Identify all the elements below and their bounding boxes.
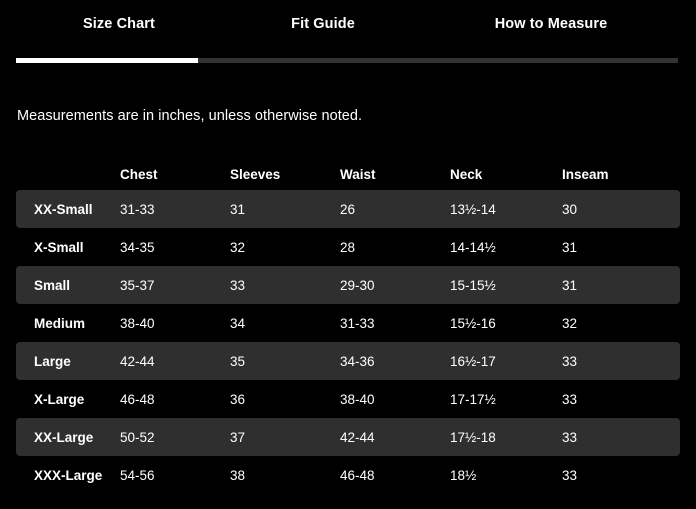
cell-chest: 34-35 (120, 239, 155, 255)
cell-waist: 29-30 (340, 277, 375, 293)
column-header-neck: Neck (450, 166, 483, 182)
cell-inseam: 33 (562, 429, 578, 445)
cell-sleeves: 32 (230, 239, 246, 255)
cell-waist: 31-33 (340, 315, 375, 331)
tab-indicator-thumb[interactable] (16, 58, 198, 63)
cell-inseam: 32 (562, 315, 578, 331)
cell-inseam: 30 (562, 201, 578, 217)
cell-sleeves: 37 (230, 429, 246, 445)
cell-inseam: 31 (562, 239, 578, 255)
column-header-waist: Waist (340, 166, 376, 182)
cell-chest: 31-33 (120, 201, 155, 217)
column-header-sleeves: Sleeves (230, 166, 281, 182)
cell-chest: 54-56 (120, 467, 155, 483)
tab-indicator-track[interactable] (16, 58, 678, 63)
tab-size-chart[interactable]: Size Chart (16, 0, 222, 48)
tab-fit-guide[interactable]: Fit Guide (222, 0, 424, 48)
cell-inseam: 33 (562, 353, 578, 369)
cell-size: XXX-Large (34, 467, 103, 483)
tab-bar: Size Chart Fit Guide How to Measure (16, 0, 678, 48)
cell-neck: 17½-18 (450, 429, 496, 445)
cell-size: Large (34, 353, 71, 369)
cell-neck: 15½-16 (450, 315, 496, 331)
cell-sleeves: 31 (230, 201, 246, 217)
cell-sleeves: 34 (230, 315, 246, 331)
size-chart-table: Chest Sleeves Waist Neck Inseam XX-Small… (0, 158, 696, 494)
cell-neck: 14-14½ (450, 239, 496, 255)
cell-inseam: 31 (562, 277, 578, 293)
cell-size: Medium (34, 315, 86, 331)
cell-waist: 26 (340, 201, 356, 217)
table-header-row: Chest Sleeves Waist Neck Inseam (16, 158, 680, 190)
measurement-note: Measurements are in inches, unless other… (17, 108, 363, 124)
cell-waist: 42-44 (340, 429, 375, 445)
cell-size: XX-Small (34, 201, 93, 217)
cell-waist: 46-48 (340, 467, 375, 483)
cell-neck: 13½-14 (450, 201, 496, 217)
cell-neck: 18½ (450, 467, 477, 483)
cell-neck: 17-17½ (450, 391, 496, 407)
table-row: Medium 38-40 34 31-33 15½-16 32 (16, 304, 680, 342)
cell-waist: 38-40 (340, 391, 375, 407)
column-header-inseam: Inseam (562, 166, 609, 182)
cell-waist: 28 (340, 239, 356, 255)
cell-size: X-Small (34, 239, 84, 255)
cell-chest: 42-44 (120, 353, 155, 369)
cell-size: X-Large (34, 391, 85, 407)
size-chart-page: Size Chart Fit Guide How to Measure Meas… (0, 0, 696, 509)
cell-sleeves: 38 (230, 467, 246, 483)
cell-inseam: 33 (562, 467, 578, 483)
cell-sleeves: 33 (230, 277, 246, 293)
table-row: XXX-Large 54-56 38 46-48 18½ 33 (16, 456, 680, 494)
table-row: Large 42-44 35 34-36 16½-17 33 (16, 342, 680, 380)
cell-neck: 15-15½ (450, 277, 496, 293)
cell-chest: 35-37 (120, 277, 155, 293)
table-row: XX-Large 50-52 37 42-44 17½-18 33 (16, 418, 680, 456)
cell-size: XX-Large (34, 429, 94, 445)
cell-waist: 34-36 (340, 353, 375, 369)
cell-chest: 46-48 (120, 391, 155, 407)
cell-sleeves: 35 (230, 353, 246, 369)
table-row: Small 35-37 33 29-30 15-15½ 31 (16, 266, 680, 304)
cell-neck: 16½-17 (450, 353, 496, 369)
cell-size: Small (34, 277, 71, 293)
cell-chest: 50-52 (120, 429, 155, 445)
table-row: XX-Small 31-33 31 26 13½-14 30 (16, 190, 680, 228)
cell-sleeves: 36 (230, 391, 246, 407)
tab-how-to-measure[interactable]: How to Measure (424, 0, 678, 48)
table-row: X-Large 46-48 36 38-40 17-17½ 33 (16, 380, 680, 418)
cell-inseam: 33 (562, 391, 578, 407)
cell-chest: 38-40 (120, 315, 155, 331)
column-header-chest: Chest (120, 166, 158, 182)
table-row: X-Small 34-35 32 28 14-14½ 31 (16, 228, 680, 266)
